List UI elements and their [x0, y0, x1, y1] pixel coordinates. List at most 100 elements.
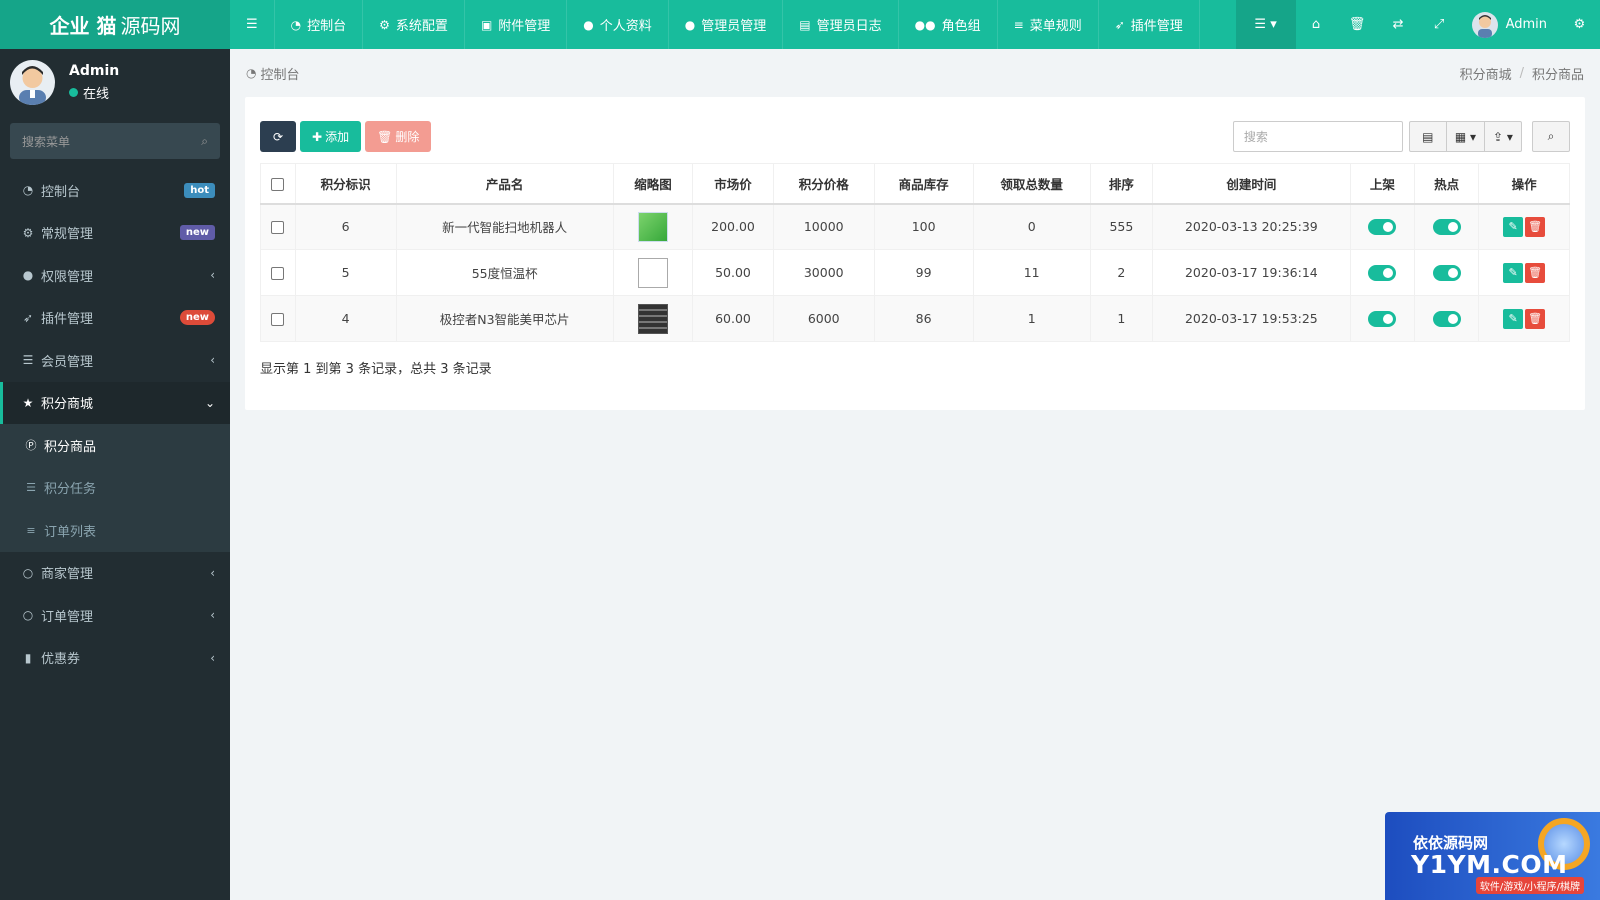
fullscreen-button[interactable]: ⤢ [1419, 0, 1460, 49]
column-header[interactable]: 积分标识 [294, 163, 397, 205]
menu-search-placeholder: 搜索菜单 [22, 134, 71, 149]
sidebar-item-points-mall[interactable]: ★ 积分商城 ⌄ [0, 381, 230, 424]
cell-stock: 86 [873, 295, 974, 342]
refresh-button[interactable]: ⟳ [260, 121, 296, 152]
cell-onsale [1349, 295, 1415, 342]
export-button[interactable]: ⇪ ▾ [1484, 121, 1522, 152]
column-header[interactable]: 领取总数量 [972, 163, 1091, 205]
sidebar-item-auth[interactable]: ● 权限管理 ‹ [0, 254, 230, 297]
topnav-dashboard[interactable]: ◔ 控制台 [275, 0, 364, 49]
language-icon: ⇄ [1392, 17, 1404, 32]
product-thumbnail[interactable] [637, 257, 668, 288]
edit-button[interactable]: ✎ [1503, 308, 1524, 329]
topnav-admin-log[interactable]: ▤ 管理员日志 [783, 0, 899, 49]
sidebar-item-order[interactable]: ○ 订单管理 ‹ [0, 594, 230, 637]
sidebar-toggle-button[interactable]: ☰ [230, 0, 275, 49]
onsale-toggle[interactable] [1368, 310, 1397, 327]
sidebar-subitem-order-list[interactable]: ≡ 订单列表 [0, 509, 230, 552]
search-button[interactable]: ⌕ [1532, 121, 1570, 152]
edit-button[interactable]: ✎ [1503, 262, 1524, 283]
edit-button[interactable]: ✎ [1503, 216, 1524, 237]
chevron-left-icon: ‹ [210, 650, 215, 665]
table-tools: ▤ ▦ ▾ ⇪ ▾ ⌕ [1232, 121, 1570, 152]
group-icon: ●● [914, 17, 936, 32]
topnav-admin[interactable]: ● 管理员管理 [669, 0, 784, 49]
sidebar-item-label: 优惠券 [41, 652, 81, 668]
delete-row-button[interactable]: 🗑 [1525, 262, 1546, 283]
menu-search-input[interactable]: 搜索菜单 ⌕ [10, 123, 220, 159]
user-menu[interactable]: Admin [1460, 0, 1559, 49]
main-content: ◔控制台 积分商城 / 积分商品 ⟳ ✚添加 🗑删除 ▤ ▦ ▾ ⇪ ▾ ⌕ [230, 49, 1600, 900]
plus-icon: ✚ [312, 129, 323, 144]
hot-toggle[interactable] [1432, 219, 1461, 235]
language-button[interactable]: ⇄ [1378, 0, 1419, 49]
breadcrumb-item[interactable]: 积分商城 [1460, 64, 1512, 83]
select-all-checkbox[interactable] [271, 177, 285, 191]
table-row: 6 新一代智能扫地机器人 200.00 10000 100 0 555 2020… [260, 203, 1570, 250]
cell-actions: ✎ 🗑 [1478, 295, 1570, 342]
sidebar-subitem-points-goods[interactable]: Ⓟ 积分商品 [0, 424, 230, 467]
trash-icon: 🗑 [377, 129, 393, 144]
nav-dropdown-button[interactable]: ☰ ▾ [1235, 0, 1296, 49]
product-thumbnail[interactable] [637, 211, 668, 242]
breadcrumb-bar: ◔ 控制台 积分商城 / 积分商品 [230, 49, 1600, 97]
sidebar-item-general[interactable]: ⚙ 常规管理 new [0, 212, 230, 255]
onsale-toggle[interactable] [1368, 264, 1397, 281]
column-header[interactable]: 排序 [1089, 163, 1153, 205]
sidebar-item-label: 商家管理 [41, 567, 94, 583]
cell-sort: 1 [1089, 295, 1153, 342]
list-alt-icon: ▤ [799, 17, 811, 32]
table-row: 4 极控者N3智能美甲芯片 60.00 6000 86 1 1 2020-03-… [260, 295, 1570, 342]
row-select-cell [260, 295, 296, 342]
row-checkbox[interactable] [271, 221, 285, 235]
toolbar: ⟳ ✚ 添加 🗑 删除 [260, 121, 432, 152]
th-icon: ▦ ▾ [1454, 129, 1476, 144]
row-checkbox[interactable] [271, 313, 285, 326]
sidebar-item-coupon[interactable]: ▮ 优惠券 ‹ [0, 637, 230, 680]
sidebar-subitem-label: 订单列表 [44, 524, 97, 540]
delete-row-button[interactable]: 🗑 [1525, 308, 1546, 329]
columns-button[interactable]: ▦ ▾ [1445, 121, 1485, 152]
toggle-view-button[interactable]: ▤ [1408, 121, 1447, 152]
cell-sort: 555 [1089, 203, 1153, 250]
topnav-label: 插件管理 [1130, 19, 1183, 34]
topnav-addon[interactable]: ➶ 插件管理 [1099, 0, 1200, 49]
top-right-tools: ☰ ▾ ⌂ 🗑 ⇄ ⤢ Admin ⚙ [1235, 0, 1600, 49]
delete-row-button[interactable]: 🗑 [1525, 216, 1546, 237]
settings-button[interactable]: ⚙ [1559, 0, 1600, 49]
trash-icon: 🗑 [1528, 220, 1543, 234]
wipe-cache-button[interactable]: 🗑 [1337, 0, 1378, 49]
user-icon: ● [583, 17, 594, 32]
column-header[interactable]: 产品名 [395, 163, 614, 205]
product-thumbnail[interactable] [637, 303, 668, 334]
hot-toggle[interactable] [1432, 310, 1461, 327]
sidebar-subitem-points-task[interactable]: ☰ 积分任务 [0, 467, 230, 510]
sidebar-item-member[interactable]: ☰ 会员管理 ‹ [0, 339, 230, 382]
topnav-system-config[interactable]: ⚙ 系统配置 [363, 0, 465, 49]
home-button[interactable]: ⌂ [1296, 0, 1337, 49]
column-header[interactable]: 市场价 [692, 163, 774, 205]
home-icon: ⌂ [1311, 17, 1321, 32]
hot-toggle[interactable] [1432, 264, 1461, 281]
column-header[interactable]: 商品库存 [873, 163, 974, 205]
add-button[interactable]: ✚ 添加 [300, 121, 362, 152]
sidebar-item-dashboard[interactable]: ◔ 控制台 hot [0, 169, 230, 212]
column-header[interactable]: 创建时间 [1151, 163, 1351, 205]
topnav-label: 管理员日志 [816, 19, 882, 34]
top-navbar: 企业 猫源码网 ☰ ◔ 控制台 ⚙ 系统配置 ▣ 附件管理 ● 个人资料 ● 管理员管理 … [0, 0, 1600, 49]
new-badge: new [179, 310, 215, 326]
sidebar-item-addon[interactable]: ➶ 插件管理 new [0, 297, 230, 340]
topnav-attachment[interactable]: ▣ 附件管理 [465, 0, 568, 49]
watermark-logo: 依依源码网 Y1YM.COM 软件/游戏/小程序/棋牌 [1385, 812, 1600, 900]
search-input[interactable] [1232, 121, 1403, 152]
topnav-profile[interactable]: ● 个人资料 [567, 0, 669, 49]
onsale-toggle[interactable] [1368, 219, 1397, 235]
delete-button[interactable]: 🗑 删除 [365, 121, 432, 152]
brand-logo[interactable]: 企业 猫源码网 [0, 0, 230, 49]
cell-created: 2020-03-17 19:36:14 [1151, 249, 1351, 296]
topnav-menu-rule[interactable]: ≡ 菜单规则 [998, 0, 1099, 49]
row-checkbox[interactable] [271, 267, 285, 280]
sidebar-item-merchant[interactable]: ○ 商家管理 ‹ [0, 552, 230, 595]
topnav-role-group[interactable]: ●● 角色组 [899, 0, 998, 49]
column-header[interactable]: 积分价格 [772, 163, 875, 205]
